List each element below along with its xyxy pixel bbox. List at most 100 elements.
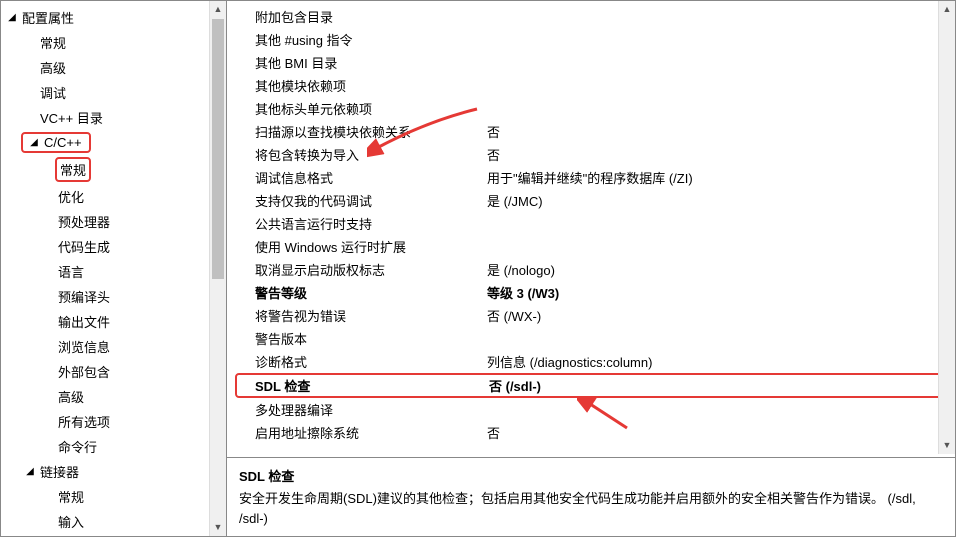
property-value[interactable] [487, 214, 945, 233]
property-value[interactable] [487, 53, 945, 72]
property-name: 诊断格式 [237, 352, 487, 371]
scroll-up-icon[interactable]: ▲ [939, 1, 955, 18]
property-pages-dialog: ◢配置属性常规高级调试VC++ 目录◢C/C++常规优化预处理器代码生成语言预编… [0, 0, 956, 537]
property-name: 将警告视为错误 [237, 306, 487, 325]
property-value[interactable]: 等级 3 (/W3) [487, 283, 945, 302]
property-row[interactable]: 将包含转换为导入否 [237, 143, 945, 166]
sidebar-scrollbar[interactable]: ▲ ▼ [209, 1, 226, 536]
property-row[interactable]: 调试信息格式用于"编辑并继续"的程序数据库 (/ZI) [237, 166, 945, 189]
tree-item[interactable]: 输出文件 [1, 309, 226, 334]
tree-item-label: 高级 [55, 386, 87, 407]
property-row[interactable]: 扫描源以查找模块依赖关系否 [237, 120, 945, 143]
property-row[interactable]: SDL 检查否 (/sdl-) [235, 373, 945, 398]
tree-item-label: 常规 [55, 157, 91, 182]
collapse-icon[interactable]: ◢ [27, 137, 41, 148]
property-name: 其他 BMI 目录 [237, 53, 487, 72]
tree-item[interactable]: ◢C/C++ [1, 130, 226, 155]
tree-item[interactable]: 预编译头 [1, 284, 226, 309]
property-row[interactable]: 附加包含目录 [237, 5, 945, 28]
tree-item[interactable]: VC++ 目录 [1, 105, 226, 130]
property-row[interactable]: 其他标头单元依赖项 [237, 97, 945, 120]
tree-item[interactable]: 清单文件 [1, 534, 226, 536]
property-value[interactable] [487, 76, 945, 95]
tree-item[interactable]: 常规 [1, 30, 226, 55]
property-row[interactable]: 其他 #using 指令 [237, 28, 945, 51]
tree-item-label: 输入 [55, 511, 87, 532]
tree-item[interactable]: 输入 [1, 509, 226, 534]
tree-item-label: 外部包含 [55, 361, 113, 382]
scroll-down-icon[interactable]: ▼ [210, 519, 226, 536]
tree-item[interactable]: 调试 [1, 80, 226, 105]
property-value[interactable]: 否 [487, 145, 945, 164]
tree-item-label: C/C++ [41, 134, 85, 151]
property-value[interactable]: 否 (/sdl-) [489, 376, 943, 395]
property-row[interactable]: 启用地址擦除系统否 [237, 421, 945, 444]
collapse-icon[interactable]: ◢ [23, 466, 37, 477]
tree-sidebar: ◢配置属性常规高级调试VC++ 目录◢C/C++常规优化预处理器代码生成语言预编… [1, 1, 227, 536]
property-value[interactable]: 否 [487, 122, 945, 141]
tree-item[interactable]: 高级 [1, 55, 226, 80]
main-panel: 附加包含目录其他 #using 指令其他 BMI 目录其他模块依赖项其他标头单元… [227, 1, 955, 536]
property-name: 警告等级 [237, 283, 487, 302]
property-value[interactable] [487, 329, 945, 348]
tree-item[interactable]: 语言 [1, 259, 226, 284]
scroll-down-icon[interactable]: ▼ [939, 437, 955, 454]
property-name: 附加包含目录 [237, 7, 487, 26]
property-value[interactable] [487, 400, 945, 419]
tree-item[interactable]: 浏览信息 [1, 334, 226, 359]
property-name: 多处理器编译 [237, 400, 487, 419]
tree-item[interactable]: 常规 [1, 155, 226, 184]
property-value[interactable] [487, 7, 945, 26]
property-value[interactable] [487, 30, 945, 49]
property-value[interactable] [487, 237, 945, 256]
tree-item[interactable]: 高级 [1, 384, 226, 409]
tree-item-label: 预编译头 [55, 286, 113, 307]
property-value[interactable]: 是 (/nologo) [487, 260, 945, 279]
description-panel: SDL 检查 安全开发生命周期(SDL)建议的其他检查；包括启用其他安全代码生成… [227, 457, 955, 536]
property-value[interactable] [487, 99, 945, 118]
property-row[interactable]: 警告版本 [237, 327, 945, 350]
tree-item[interactable]: 所有选项 [1, 409, 226, 434]
property-row[interactable]: 诊断格式列信息 (/diagnostics:column) [237, 350, 945, 373]
scrollbar-thumb[interactable] [212, 19, 224, 279]
property-row[interactable]: 多处理器编译 [237, 398, 945, 421]
tree-item-label: 配置属性 [19, 7, 77, 28]
tree-item[interactable]: 代码生成 [1, 234, 226, 259]
tree-item-label: VC++ 目录 [37, 107, 106, 128]
property-row[interactable]: 使用 Windows 运行时扩展 [237, 235, 945, 258]
property-name: 调试信息格式 [237, 168, 487, 187]
tree-item[interactable]: ◢链接器 [1, 459, 226, 484]
property-value[interactable]: 用于"编辑并继续"的程序数据库 (/ZI) [487, 168, 945, 187]
property-value[interactable]: 否 [487, 423, 945, 442]
description-body: 安全开发生命周期(SDL)建议的其他检查；包括启用其他安全代码生成功能并启用额外… [239, 489, 943, 528]
property-name: 其他标头单元依赖项 [237, 99, 487, 118]
tree-item[interactable]: 命令行 [1, 434, 226, 459]
property-value[interactable]: 是 (/JMC) [487, 191, 945, 210]
tree-item[interactable]: 常规 [1, 484, 226, 509]
tree-item-label: 预处理器 [55, 211, 113, 232]
property-row[interactable]: 将警告视为错误否 (/WX-) [237, 304, 945, 327]
property-name: 扫描源以查找模块依赖关系 [237, 122, 487, 141]
collapse-icon[interactable]: ◢ [5, 12, 19, 23]
property-value[interactable]: 否 (/WX-) [487, 306, 945, 325]
property-name: 支持仅我的代码调试 [237, 191, 487, 210]
property-row[interactable]: 取消显示启动版权标志是 (/nologo) [237, 258, 945, 281]
property-row[interactable]: 其他 BMI 目录 [237, 51, 945, 74]
tree-root[interactable]: ◢配置属性 [1, 5, 226, 30]
scroll-up-icon[interactable]: ▲ [210, 1, 226, 18]
property-name: 将包含转换为导入 [237, 145, 487, 164]
property-grid[interactable]: 附加包含目录其他 #using 指令其他 BMI 目录其他模块依赖项其他标头单元… [227, 1, 955, 457]
property-row[interactable]: 其他模块依赖项 [237, 74, 945, 97]
property-row[interactable]: 警告等级等级 3 (/W3) [237, 281, 945, 304]
config-tree[interactable]: ◢配置属性常规高级调试VC++ 目录◢C/C++常规优化预处理器代码生成语言预编… [1, 1, 226, 536]
tree-item[interactable]: 外部包含 [1, 359, 226, 384]
property-name: 启用地址擦除系统 [237, 423, 487, 442]
property-row[interactable]: 支持仅我的代码调试是 (/JMC) [237, 189, 945, 212]
property-name: 警告版本 [237, 329, 487, 348]
property-value[interactable]: 列信息 (/diagnostics:column) [487, 352, 945, 371]
tree-item[interactable]: 预处理器 [1, 209, 226, 234]
main-scrollbar[interactable]: ▲ ▼ [938, 1, 955, 454]
tree-item-label: 链接器 [37, 461, 82, 482]
property-row[interactable]: 公共语言运行时支持 [237, 212, 945, 235]
tree-item[interactable]: 优化 [1, 184, 226, 209]
